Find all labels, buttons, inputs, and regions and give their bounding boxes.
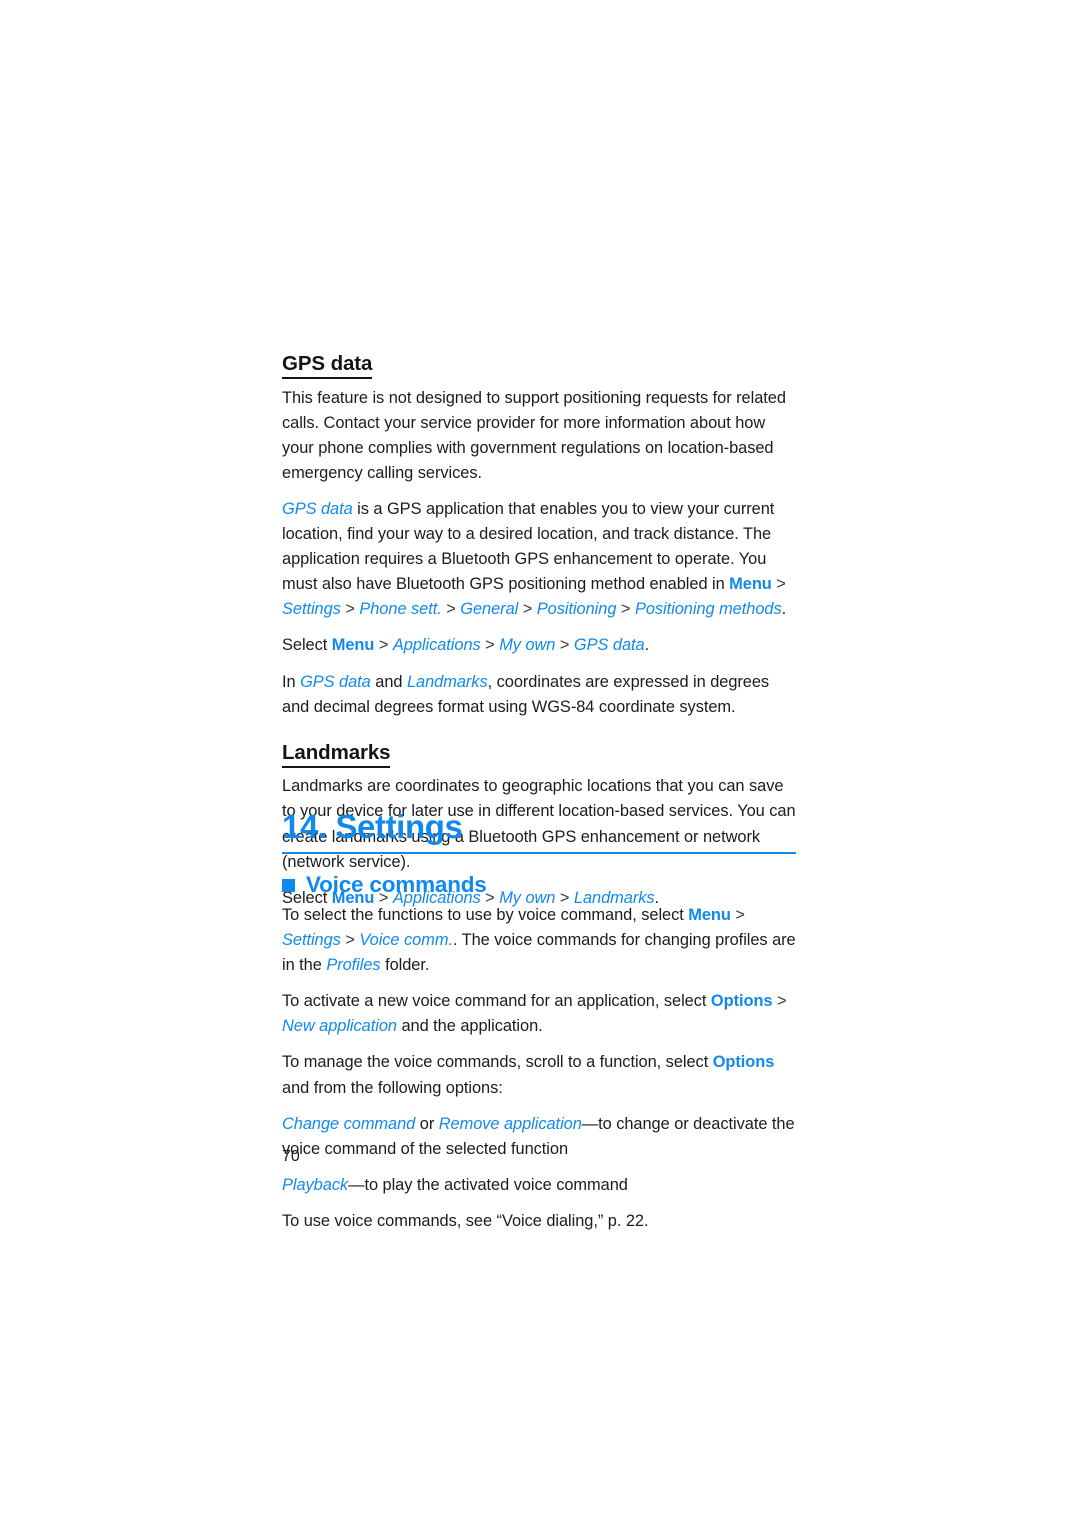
chapter-heading: 14. Settings xyxy=(282,808,796,854)
gps-data-paragraph-1: This feature is not designed to support … xyxy=(282,388,786,482)
square-bullet-icon xyxy=(282,879,295,893)
voice-commands-content: To select the functions to use by voice … xyxy=(282,903,796,1234)
separator: > xyxy=(772,992,787,1011)
voice-commands-paragraph-3: To manage the voice commands, scroll to … xyxy=(282,1050,796,1100)
item-applications: Applications xyxy=(392,636,481,655)
separator: > xyxy=(340,600,360,619)
item-remove-application: Remove application xyxy=(438,1114,582,1133)
item-profiles: Profiles xyxy=(326,956,381,975)
p1-lead: To select the functions to use by voice … xyxy=(282,906,689,924)
item-new-application: New application xyxy=(282,1017,397,1036)
gps-data-heading-text: GPS data xyxy=(282,352,372,379)
item-phone-sett: Phone sett. xyxy=(359,600,442,619)
gps-data-paragraph-2-text: is a GPS application that enables you to… xyxy=(282,499,775,594)
chapter-divider xyxy=(282,851,796,854)
manual-page: GPS data This feature is not designed to… xyxy=(0,0,1080,1528)
item-voice-comm: Voice comm. xyxy=(359,931,453,950)
item-change-command: Change command xyxy=(282,1114,416,1133)
key-menu: Menu xyxy=(688,906,731,924)
separator: > xyxy=(518,600,537,619)
key-menu: Menu xyxy=(331,636,375,655)
p3-tail: and from the following options: xyxy=(282,1078,503,1097)
voice-commands-option-playback: Playback—to play the activated voice com… xyxy=(282,1173,796,1198)
item-positioning: Positioning xyxy=(536,600,617,619)
gps-data-paragraph-2: GPS data is a GPS application that enabl… xyxy=(282,497,796,622)
gps-data-paragraph-4: In GPS data and Landmarks, coordinates a… xyxy=(282,670,796,720)
period: . xyxy=(644,636,650,655)
in-lead: In xyxy=(282,672,301,691)
page-number: 70 xyxy=(282,1148,300,1165)
item-settings: Settings xyxy=(282,600,341,619)
ref-gps-data: GPS data xyxy=(300,672,371,691)
separator: > xyxy=(730,906,745,924)
p1-tail2: folder. xyxy=(380,956,430,975)
item-general: General xyxy=(460,600,519,619)
gps-data-heading: GPS data xyxy=(282,352,796,379)
separator: > xyxy=(555,636,574,655)
separator: > xyxy=(616,600,635,619)
period: . xyxy=(781,600,787,619)
separator: > xyxy=(340,931,360,950)
item-settings: Settings xyxy=(282,931,341,950)
key-menu: Menu xyxy=(729,575,772,594)
voice-commands-paragraph-1: To select the functions to use by voice … xyxy=(282,903,796,978)
separator: > xyxy=(441,600,461,619)
voice-commands-crossref: To use voice commands, see “Voice dialin… xyxy=(282,1211,649,1230)
separator: > xyxy=(480,636,500,655)
p2-tail: and the application. xyxy=(396,1017,543,1036)
p5-tail: —to play the activated voice command xyxy=(348,1175,628,1194)
select-lead: Select xyxy=(282,636,332,655)
item-gps-data: GPS data xyxy=(573,636,645,655)
p2-lead: To activate a new voice command for an a… xyxy=(282,992,711,1011)
p3-lead: To manage the voice commands, scroll to … xyxy=(282,1053,713,1072)
voice-commands-option-change: Change command or Remove application—to … xyxy=(282,1112,796,1162)
landmarks-heading-text: Landmarks xyxy=(282,740,391,768)
ref-landmarks: Landmarks xyxy=(406,672,488,691)
separator: > xyxy=(374,636,393,655)
item-positioning-methods: Positioning methods xyxy=(634,600,782,619)
ref-gps-data: GPS data xyxy=(282,499,353,518)
gps-data-paragraph-3: Select Menu > Applications > My own > GP… xyxy=(282,633,796,658)
item-playback: Playback xyxy=(282,1175,349,1194)
item-my-own: My own xyxy=(499,636,556,655)
voice-commands-paragraph-2: To activate a new voice command for an a… xyxy=(282,989,796,1039)
voice-commands-title: Voice commands xyxy=(306,872,487,897)
chapter-title: 14. Settings xyxy=(282,808,463,845)
voice-commands-heading: Voice commands xyxy=(282,872,796,898)
key-options: Options xyxy=(710,992,773,1011)
conjunction: or xyxy=(415,1114,439,1133)
key-options: Options xyxy=(712,1053,775,1072)
landmarks-heading: Landmarks xyxy=(282,740,796,768)
conjunction: and xyxy=(370,672,407,691)
separator: > xyxy=(771,575,786,594)
